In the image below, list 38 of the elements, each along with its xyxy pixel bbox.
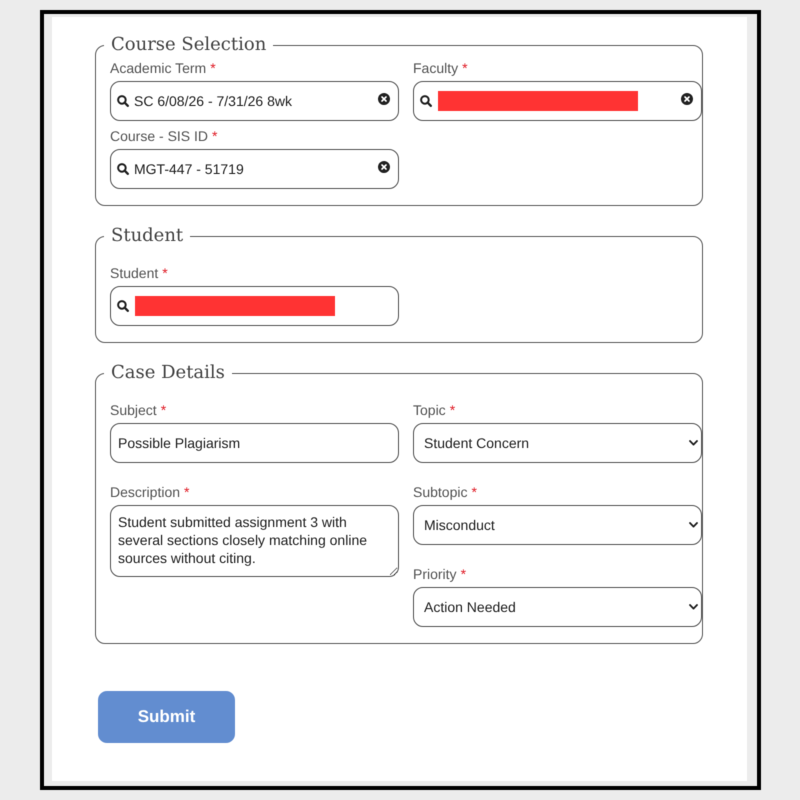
required-asterisk: * <box>184 484 190 501</box>
clear-icon[interactable] <box>378 93 390 105</box>
field-label: Academic Term <box>110 60 206 77</box>
field-label: Student <box>110 265 158 282</box>
field-label: Subtopic <box>413 484 468 501</box>
required-asterisk: * <box>471 484 477 501</box>
required-asterisk: * <box>162 265 168 282</box>
search-icon <box>420 95 432 107</box>
search-field[interactable]: SC 6/08/26 - 7/31/26 8wk <box>110 81 399 121</box>
dropdown[interactable]: Action Needed <box>413 587 702 627</box>
search-icon <box>117 95 129 107</box>
field-label: Description <box>110 484 180 501</box>
required-asterisk: * <box>212 128 218 145</box>
required-asterisk: * <box>462 60 468 77</box>
field-label: Faculty <box>413 60 458 77</box>
required-asterisk: * <box>160 402 166 419</box>
search-field[interactable]: MGT-447 - 51719 <box>110 149 399 189</box>
dropdown[interactable]: Student Concern <box>413 423 702 463</box>
field-label: Topic <box>413 402 446 419</box>
text-area[interactable]: Student submitted assignment 3 with several sections closely matching online sources without citing. <box>110 505 399 577</box>
search-icon <box>117 163 129 175</box>
text-field[interactable]: Possible Plagiarism <box>110 423 399 463</box>
section-title: Case Details <box>110 361 226 385</box>
chevron-down-icon <box>689 440 698 446</box>
field-label: Priority <box>413 566 457 583</box>
required-asterisk: * <box>460 566 466 583</box>
dropdown[interactable]: Misconduct <box>413 505 702 545</box>
search-icon <box>117 300 129 312</box>
chevron-down-icon <box>689 522 698 528</box>
clear-icon[interactable] <box>681 93 693 105</box>
chevron-down-icon <box>689 604 698 610</box>
required-asterisk: * <box>210 60 216 77</box>
clear-icon[interactable] <box>378 161 390 173</box>
field-label: Course - SIS ID <box>110 128 208 145</box>
section-title: Student <box>110 224 184 248</box>
required-asterisk: * <box>450 402 456 419</box>
section-title: Course Selection <box>110 33 268 57</box>
field-label: Subject <box>110 402 157 419</box>
